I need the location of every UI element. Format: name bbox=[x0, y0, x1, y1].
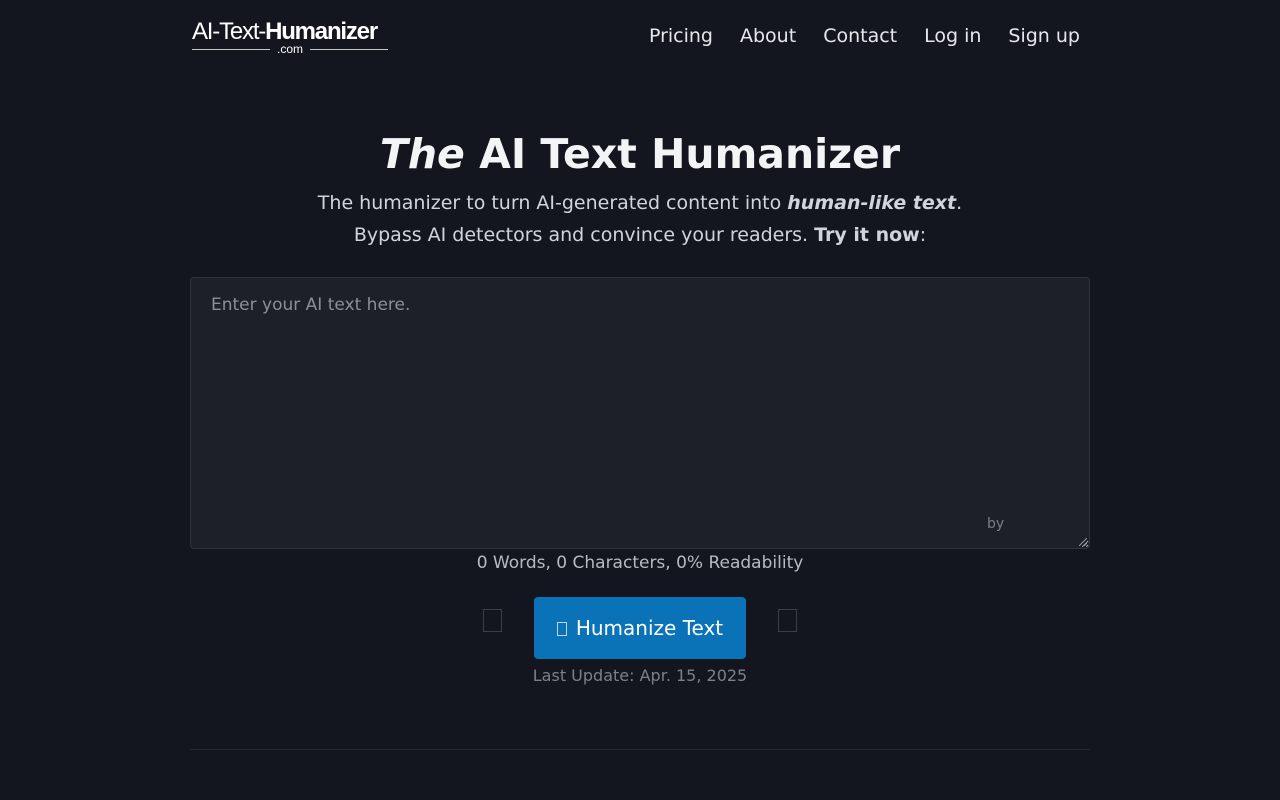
nav-pricing[interactable]: Pricing bbox=[649, 22, 713, 50]
subtitle-line-2-emphasis: Try it now bbox=[814, 224, 920, 246]
page: AI-Text-Humanizer .com Pricing About Con… bbox=[0, 0, 1280, 800]
logo-rule-left bbox=[192, 49, 270, 50]
nav-log-in[interactable]: Log in bbox=[924, 22, 981, 50]
logo-name: Humanizer bbox=[265, 18, 378, 45]
last-update: Last Update: Apr. 15, 2025 bbox=[532, 666, 748, 685]
ai-text-input[interactable] bbox=[191, 278, 1089, 548]
box-glyph-icon bbox=[556, 622, 567, 636]
resize-handle-icon[interactable] bbox=[1079, 538, 1087, 546]
subtitle-line-2: Bypass AI detectors and convince your re… bbox=[0, 219, 1280, 251]
subtitle-line-1-text: The humanizer to turn AI-generated conte… bbox=[317, 192, 788, 214]
empty-square-icon bbox=[778, 609, 797, 632]
logo-domain: .com bbox=[276, 42, 303, 56]
nav-sign-up[interactable]: Sign up bbox=[1008, 22, 1080, 50]
nav-about[interactable]: About bbox=[740, 22, 796, 50]
logo-prefix: AI-Text- bbox=[192, 18, 266, 45]
by-label: by bbox=[987, 516, 1005, 532]
humanize-button-label: Humanize Text bbox=[575, 616, 724, 640]
title-emphasis: The bbox=[379, 130, 465, 178]
text-editor-panel: by bbox=[190, 277, 1090, 549]
logo-rule-right bbox=[310, 49, 388, 50]
title-text: AI Text Humanizer bbox=[479, 130, 901, 178]
site-header: AI-Text-Humanizer .com Pricing About Con… bbox=[190, 0, 1090, 72]
page-title: The AI Text Humanizer bbox=[0, 126, 1280, 182]
humanize-text-button[interactable]: Humanize Text bbox=[534, 597, 746, 659]
text-stats: 0 Words, 0 Characters, 0% Readability bbox=[476, 553, 804, 573]
main-nav: Pricing About Contact Log in Sign up bbox=[622, 22, 1080, 50]
nav-contact[interactable]: Contact bbox=[823, 22, 897, 50]
subtitle-line-1-suffix: . bbox=[956, 192, 963, 214]
section-divider bbox=[190, 749, 1090, 750]
subtitle-line-1: The humanizer to turn AI-generated conte… bbox=[0, 187, 1280, 219]
site-logo[interactable]: AI-Text-Humanizer .com bbox=[192, 18, 392, 58]
subtitle-line-2-suffix: : bbox=[919, 224, 927, 246]
empty-square-icon bbox=[483, 609, 502, 632]
hero-subtitle: The humanizer to turn AI-generated conte… bbox=[0, 187, 1280, 251]
subtitle-line-1-emphasis: human-like text bbox=[787, 192, 957, 214]
subtitle-line-2-text: Bypass AI detectors and convince your re… bbox=[353, 224, 815, 246]
logo-domain-row: .com bbox=[192, 42, 388, 56]
